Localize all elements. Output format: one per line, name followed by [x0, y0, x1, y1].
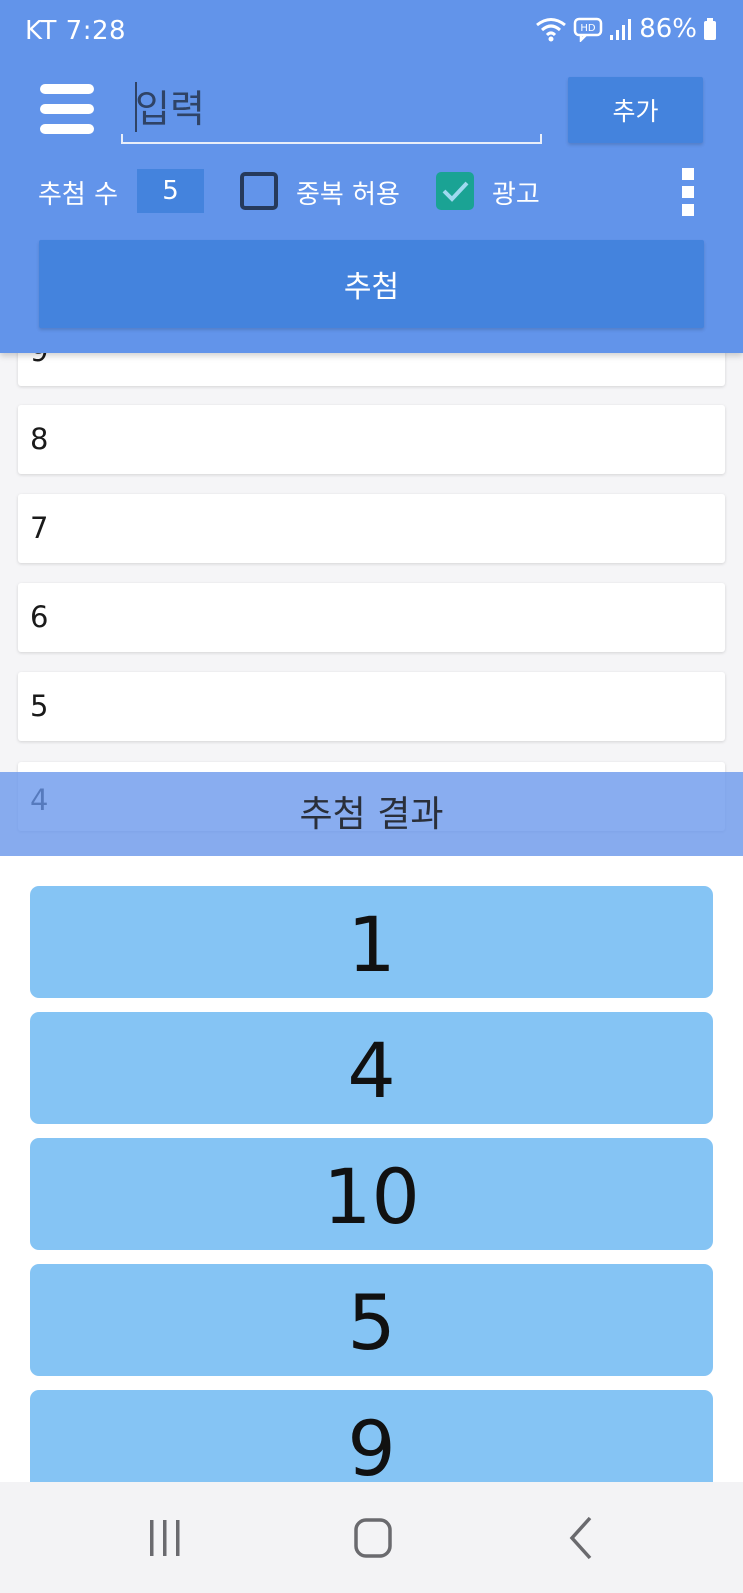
result-item: 1 [30, 886, 713, 998]
list-item[interactable]: 8 [18, 405, 725, 474]
result-item: 4 [30, 1012, 713, 1124]
allow-duplicate-checkbox[interactable] [240, 172, 278, 210]
entry-input[interactable] [121, 78, 542, 140]
result-item: 9 [30, 1390, 713, 1482]
allow-duplicate-label: 중복 허용 [296, 180, 400, 210]
text-cursor [135, 82, 137, 132]
system-nav-bar [0, 1482, 743, 1593]
battery-percent: 86% [639, 14, 697, 44]
list-item[interactable]: 5 [18, 672, 725, 741]
hamburger-menu-icon[interactable] [40, 84, 94, 134]
input-underline [121, 134, 542, 144]
draw-count-input[interactable]: 5 [137, 169, 204, 213]
ad-label: 광고 [492, 180, 540, 210]
list-item[interactable]: 6 [18, 583, 725, 652]
signal-icon [610, 19, 632, 40]
entry-input-container [121, 78, 542, 144]
wifi-icon [536, 18, 567, 42]
app-bar: KT 7:28 HD 86% 입력 추가 추첨 수 5 중복 허용 광고 추첨 [0, 0, 743, 353]
svg-text:HD: HD [581, 23, 597, 34]
draw-count-label: 추첨 수 [38, 180, 119, 210]
result-item: 5 [30, 1264, 713, 1376]
ad-checkbox[interactable] [436, 172, 474, 210]
recent-apps-icon[interactable] [135, 1510, 195, 1566]
status-time: KT 7:28 [25, 16, 127, 46]
back-icon[interactable] [552, 1510, 612, 1566]
result-title: 추첨 결과 [0, 772, 743, 856]
hd-voice-icon: HD [573, 17, 603, 42]
checkmark-icon [442, 181, 469, 202]
result-item: 10 [30, 1138, 713, 1250]
home-icon[interactable] [343, 1510, 403, 1566]
battery-icon [704, 18, 716, 40]
status-icons: HD 86% [535, 14, 717, 44]
list-item[interactable]: 7 [18, 494, 725, 563]
more-vert-icon[interactable] [682, 168, 694, 216]
result-panel[interactable]: 1 4 10 5 9 [0, 856, 743, 1482]
draw-button[interactable]: 추첨 [39, 240, 704, 328]
add-button[interactable]: 추가 [568, 77, 703, 143]
